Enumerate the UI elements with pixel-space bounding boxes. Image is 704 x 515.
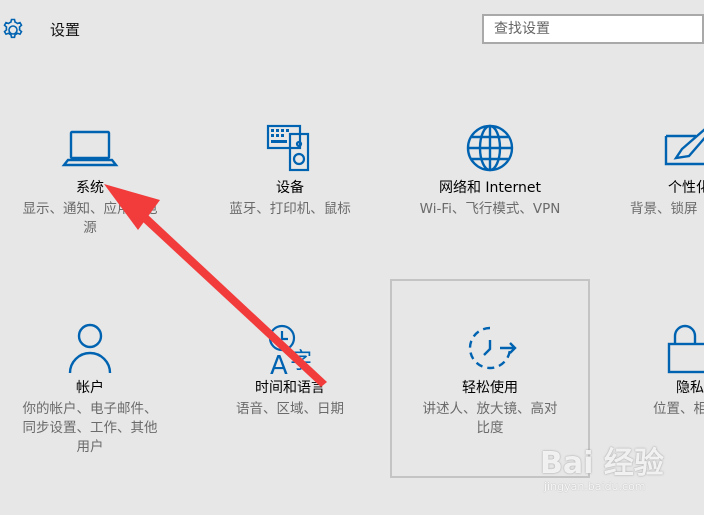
tile-name: 帐户 <box>76 380 104 396</box>
tile-description: 讲述人、放大镜、高对 比度 <box>422 401 558 436</box>
tile-personalization[interactable]: 个性化 背景、锁屏 <box>620 115 704 265</box>
person-icon <box>68 323 112 374</box>
tile-description: 你的帐户、电子邮件、 同步设置、工作、其他 用户 <box>22 401 158 455</box>
search-input[interactable] <box>484 16 702 42</box>
keyboard-speaker-icon <box>266 124 310 172</box>
tile-description: 背景、锁屏 <box>630 201 698 217</box>
tile-accounts[interactable]: 帐户 你的帐户、电子邮件、 同步设置、工作、其他 用户 <box>0 315 180 465</box>
watermark: Bai 经验 jingyan.baidu.com <box>532 436 682 496</box>
tile-description: 位置、相 <box>653 401 704 417</box>
tile-description: 显示、通知、应用、电 源 <box>22 201 158 236</box>
tile-time-language[interactable]: A 字 时间和语言 语音、区域、日期 <box>200 315 380 465</box>
watermark-logo: Bai 经验 <box>540 446 664 481</box>
tile-description: 语音、区域、日期 <box>236 401 344 417</box>
lock-icon <box>667 324 704 374</box>
tile-network[interactable]: 网络和 Internet Wi-Fi、飞行模式、VPN <box>400 115 580 265</box>
svg-text:A: A <box>270 351 288 378</box>
laptop-icon <box>61 130 119 167</box>
tile-description: Wi-Fi、飞行模式、VPN <box>419 201 561 217</box>
globe-icon <box>466 124 514 172</box>
tile-devices[interactable]: 设备 蓝牙、打印机、鼠标 <box>200 115 380 265</box>
tile-name: 个性化 <box>668 180 704 196</box>
paint-brush-icon <box>664 128 704 166</box>
clock-language-icon: A 字 <box>268 324 312 378</box>
search-box[interactable] <box>482 14 704 44</box>
tile-name: 系统 <box>76 180 104 196</box>
page-title: 设置 <box>50 21 81 39</box>
gear-icon <box>3 18 23 39</box>
tile-description: 蓝牙、打印机、鼠标 <box>229 201 351 217</box>
tile-name: 设备 <box>276 180 304 196</box>
watermark-url: jingyan.baidu.com <box>544 480 646 493</box>
tile-name: 网络和 Internet <box>438 180 542 196</box>
svg-text:字: 字 <box>290 349 312 374</box>
tile-system[interactable]: 系统 显示、通知、应用、电 源 <box>0 115 180 265</box>
ease-of-access-icon <box>468 326 517 370</box>
tile-name: 时间和语言 <box>255 380 325 396</box>
tile-name: 轻松使用 <box>462 380 518 396</box>
tile-name: 隐私 <box>676 380 704 396</box>
